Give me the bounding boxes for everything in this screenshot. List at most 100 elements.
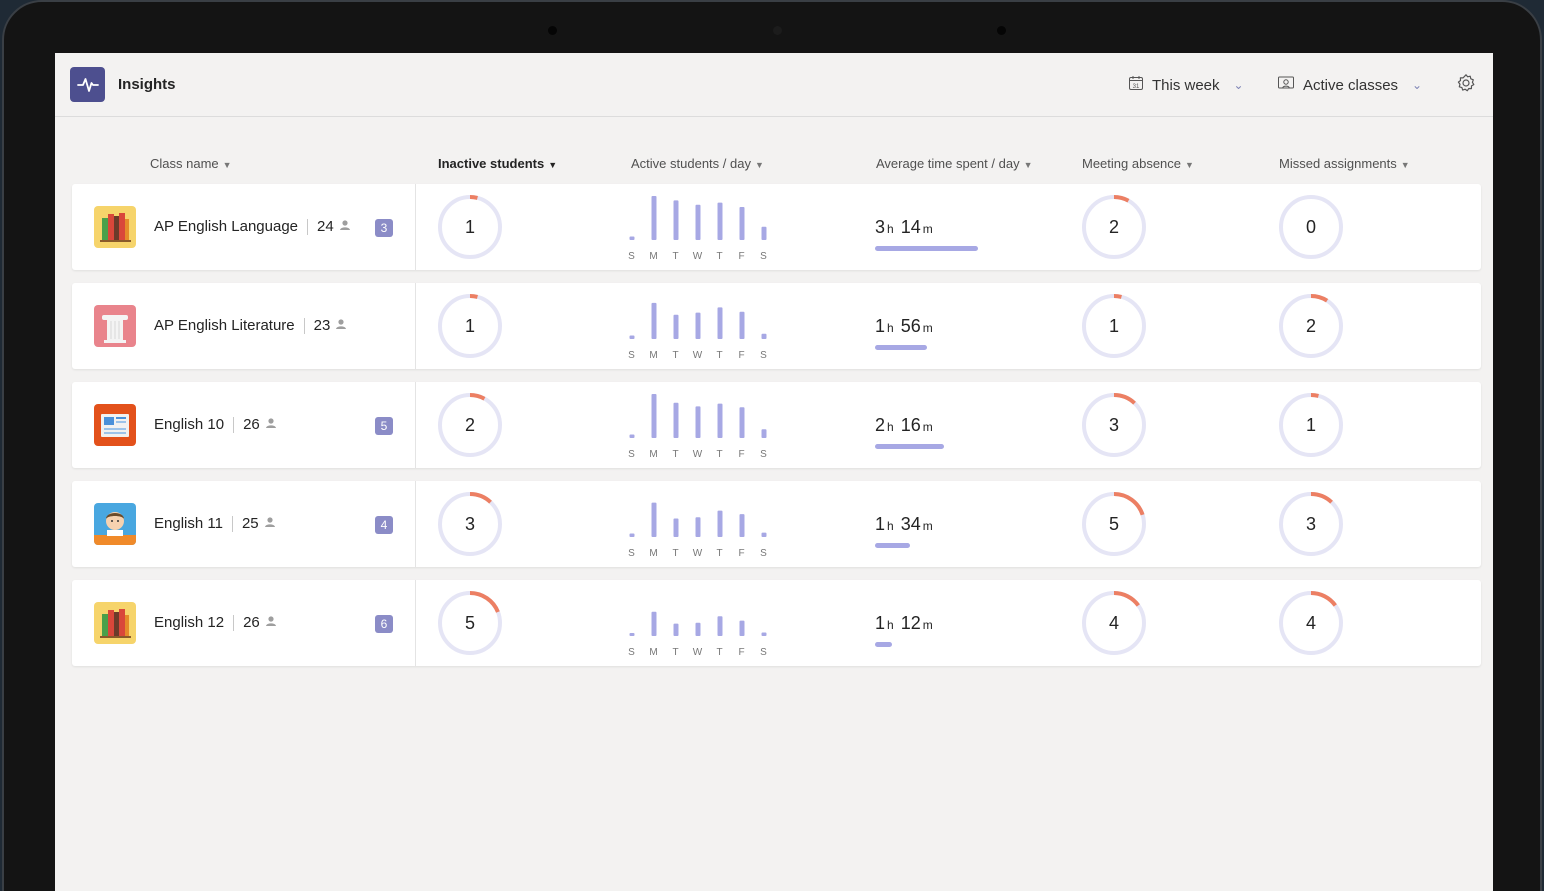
student-count: 24 [317,218,334,235]
student-count: 25 [241,515,259,532]
hours-value: 2 [875,415,886,435]
meeting-absence-ring[interactable]: 3 [1081,392,1147,458]
notification-badge[interactable]: 5 [375,417,393,435]
daily-activity-chart[interactable]: SMTWTFS [627,491,777,563]
inactive-students-ring[interactable]: 1 [437,194,503,260]
col-active-per-day[interactable]: Active students / day ▼ [631,156,764,171]
day-label: T [716,350,723,361]
inactive-students-value: 3 [464,513,475,534]
col-active-label: Active students / day [631,156,751,171]
meeting-absence-value: 2 [1108,216,1119,237]
inactive-students-ring[interactable]: 5 [437,590,503,656]
day-label: S [628,548,636,559]
camera-dot [548,26,557,35]
time-bar [875,246,978,251]
notification-badge[interactable]: 3 [375,219,393,237]
time-bar [875,642,892,647]
daily-activity-chart[interactable]: SMTWTFS [627,392,777,464]
class-name-group: AP English Language 24 [154,218,351,235]
meeting-absence-ring[interactable]: 5 [1081,491,1147,557]
day-label: T [716,548,723,559]
inactive-students-ring[interactable]: 2 [437,392,503,458]
notification-badge[interactable]: 6 [375,615,393,633]
time-filter-dropdown[interactable]: 31 This week ⌄ [1128,75,1244,95]
day-label: S [760,548,768,559]
class-row[interactable]: English 11 25 4 3 S M T W T F S 1 h 34 m 5 3 [72,481,1481,567]
inactive-students-value: 1 [464,216,475,237]
class-name[interactable]: English 12 [154,614,224,631]
activity-bar [761,429,767,438]
col-average-time[interactable]: Average time spent / day ▼ [876,156,1033,171]
column-divider [415,382,416,468]
class-name[interactable]: AP English Literature [154,317,295,334]
missed-assignments-ring[interactable]: 2 [1278,293,1344,359]
activity-bar [673,623,679,636]
class-thumbnail [94,404,136,446]
day-label: T [716,449,723,460]
class-row[interactable]: AP English Language 24 3 1 S M T W T F S 3 h 14 m 2 0 [72,184,1481,270]
activity-bar [651,196,657,240]
student-count: 23 [313,317,331,334]
meeting-absence-ring[interactable]: 1 [1081,293,1147,359]
col-meeting-absence[interactable]: Meeting absence ▼ [1082,156,1194,171]
minutes-value: 14 [900,217,921,237]
class-row[interactable]: English 12 26 6 5 S M T W T F S 1 h 12 m 4 4 [72,580,1481,666]
activity-bar [629,533,635,537]
day-label: S [760,350,768,361]
missed-assignments-value: 3 [1305,513,1316,534]
class-filter-dropdown[interactable]: Active classes ⌄ [1277,75,1422,95]
minutes-value: 56 [900,316,921,336]
activity-bar [673,200,679,240]
col-class-name[interactable]: Class name ▼ [150,156,232,171]
class-name[interactable]: AP English Language [154,218,298,235]
divider [303,317,305,334]
missed-assignments-ring[interactable]: 1 [1278,392,1344,458]
col-inactive-students[interactable]: Inactive students ▼ [438,156,557,171]
missed-assignments-ring[interactable]: 4 [1278,590,1344,656]
class-row[interactable]: English 10 26 5 2 S M T W T F S 2 h 16 m 3 1 [72,382,1481,468]
column-divider [415,580,416,666]
day-label: T [716,251,723,262]
daily-activity-chart[interactable]: SMTWTFS [627,194,777,266]
activity-bar [761,226,767,240]
hours-unit: h [887,222,894,236]
class-name[interactable]: English 11 [154,515,223,532]
class-name[interactable]: English 10 [154,416,224,433]
class-row[interactable]: AP English Literature 23 1 S M T W T F S 1 h 56 m 1 2 [72,283,1481,369]
missed-assignments-ring[interactable]: 3 [1278,491,1344,557]
day-label: M [649,449,658,460]
hours-unit: h [887,420,894,434]
meeting-absence-ring[interactable]: 2 [1081,194,1147,260]
minutes-value: 12 [900,613,921,633]
col-absence-label: Meeting absence [1082,156,1182,171]
notification-badge[interactable]: 4 [375,516,393,534]
student-count: 26 [243,416,260,433]
daily-activity-chart[interactable]: SMTWTFS [627,590,777,662]
missed-assignments-ring[interactable]: 0 [1278,194,1344,260]
top-bar: Insights 31 This week ⌄ Active classes ⌄ [55,53,1493,117]
average-time: 1 h 12 m [875,613,933,634]
day-label: F [738,647,745,658]
inactive-students-ring[interactable]: 3 [437,491,503,557]
class-name-group: English 11 25 [154,515,276,532]
day-label: W [693,350,703,361]
class-name-group: AP English Literature 23 [154,317,347,334]
time-bar [875,543,910,548]
inactive-students-value: 1 [464,315,475,336]
activity-bar [739,311,745,339]
minutes-unit: m [922,222,933,236]
minutes-value: 16 [900,415,921,435]
activity-bar [651,302,657,339]
col-missed-assignments[interactable]: Missed assignments ▼ [1279,156,1410,171]
inactive-students-ring[interactable]: 1 [437,293,503,359]
column-divider [415,481,416,567]
day-label: S [628,647,636,658]
day-label: W [693,449,703,460]
activity-bar [739,514,745,537]
time-bar [875,345,927,350]
meeting-absence-ring[interactable]: 4 [1081,590,1147,656]
daily-activity-chart[interactable]: SMTWTFS [627,293,777,365]
gear-icon[interactable] [1456,73,1476,98]
person-icon [265,614,277,631]
person-icon [264,515,276,532]
